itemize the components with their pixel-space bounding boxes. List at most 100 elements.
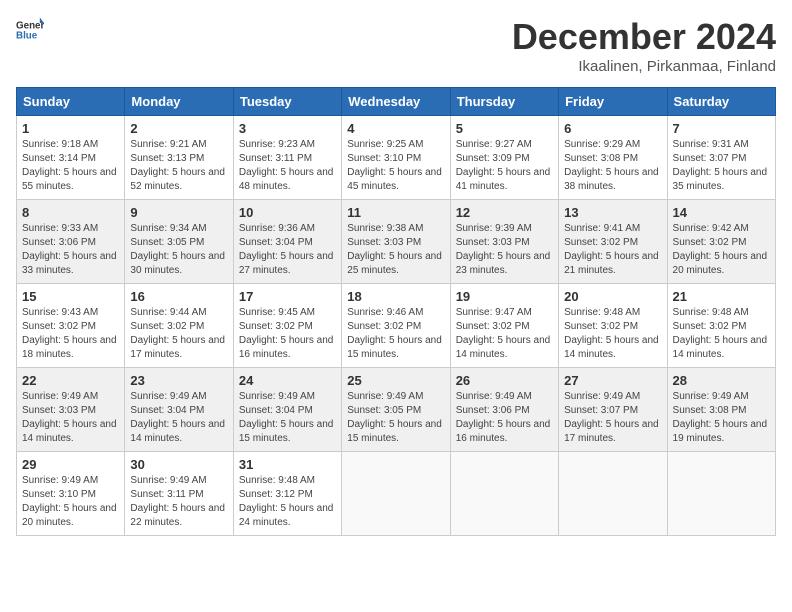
calendar-cell: 24 Sunrise: 9:49 AMSunset: 3:04 PMDayligh…: [233, 368, 341, 452]
calendar-subtitle: Ikaalinen, Pirkanmaa, Finland: [512, 58, 776, 75]
calendar-cell: 29Sunrise: 9:49 AMSunset: 3:10 PMDayligh…: [17, 452, 125, 536]
day-detail: Sunrise: 9:38 AMSunset: 3:03 PMDaylight:…: [347, 222, 444, 278]
calendar-cell: 18Sunrise: 9:46 AMSunset: 3:02 PMDayligh…: [342, 284, 450, 368]
day-detail: Sunrise: 9:48 AMSunset: 3:12 PMDaylight:…: [239, 474, 336, 530]
calendar-cell: 25 Sunrise: 9:49 AMSunset: 3:05 PMDayligh…: [342, 368, 450, 452]
calendar-week-row: 29Sunrise: 9:49 AMSunset: 3:10 PMDayligh…: [17, 452, 776, 536]
calendar-cell: 26Sunrise: 9:49 AMSunset: 3:06 PMDayligh…: [450, 368, 558, 452]
weekday-header-thursday: Thursday: [450, 88, 558, 116]
day-detail: Sunrise: 9:25 AMSunset: 3:10 PMDaylight:…: [347, 138, 444, 194]
day-detail: Sunrise: 9:42 AMSunset: 3:02 PMDaylight:…: [673, 222, 770, 278]
weekday-header-monday: Monday: [125, 88, 233, 116]
day-detail: Sunrise: 9:47 AMSunset: 3:02 PMDaylight:…: [456, 306, 553, 362]
day-number: 11: [347, 205, 444, 220]
weekday-header-row: SundayMondayTuesdayWednesdayThursdayFrid…: [17, 88, 776, 116]
calendar-cell: 13 Sunrise: 9:41 AMSunset: 3:02 PMDayligh…: [559, 200, 667, 284]
day-number: 5: [456, 121, 553, 136]
day-detail: Sunrise: 9:33 AMSunset: 3:06 PMDaylight:…: [22, 222, 119, 278]
day-number: 25: [347, 373, 444, 388]
day-number: 22: [22, 373, 119, 388]
day-number: 8: [22, 205, 119, 220]
day-number: 29: [22, 457, 119, 472]
day-detail: Sunrise: 9:49 AMSunset: 3:08 PMDaylight:…: [673, 390, 770, 446]
weekday-header-friday: Friday: [559, 88, 667, 116]
calendar-cell: 19 Sunrise: 9:47 AMSunset: 3:02 PMDayligh…: [450, 284, 558, 368]
day-detail: Sunrise: 9:29 AMSunset: 3:08 PMDaylight:…: [564, 138, 661, 194]
day-number: 19: [456, 289, 553, 304]
calendar-cell: 31 Sunrise: 9:48 AMSunset: 3:12 PMDayligh…: [233, 452, 341, 536]
day-number: 16: [130, 289, 227, 304]
calendar-cell: 6 Sunrise: 9:29 AMSunset: 3:08 PMDaylight…: [559, 116, 667, 200]
day-number: 21: [673, 289, 770, 304]
day-number: 13: [564, 205, 661, 220]
calendar-cell: 12Sunrise: 9:39 AMSunset: 3:03 PMDayligh…: [450, 200, 558, 284]
calendar-cell: 17 Sunrise: 9:45 AMSunset: 3:02 PMDayligh…: [233, 284, 341, 368]
day-detail: Sunrise: 9:34 AMSunset: 3:05 PMDaylight:…: [130, 222, 227, 278]
day-number: 7: [673, 121, 770, 136]
calendar-cell: [667, 452, 775, 536]
day-detail: Sunrise: 9:41 AMSunset: 3:02 PMDaylight:…: [564, 222, 661, 278]
day-number: 28: [673, 373, 770, 388]
day-number: 10: [239, 205, 336, 220]
calendar-cell: [342, 452, 450, 536]
day-detail: Sunrise: 9:48 AMSunset: 3:02 PMDaylight:…: [564, 306, 661, 362]
day-number: 4: [347, 121, 444, 136]
day-detail: Sunrise: 9:49 AMSunset: 3:11 PMDaylight:…: [130, 474, 227, 530]
calendar-cell: 5 Sunrise: 9:27 AMSunset: 3:09 PMDaylight…: [450, 116, 558, 200]
calendar-cell: 9Sunrise: 9:34 AMSunset: 3:05 PMDaylight…: [125, 200, 233, 284]
day-detail: Sunrise: 9:18 AMSunset: 3:14 PMDaylight:…: [22, 138, 119, 194]
calendar-cell: 8 Sunrise: 9:33 AMSunset: 3:06 PMDaylight…: [17, 200, 125, 284]
weekday-header-sunday: Sunday: [17, 88, 125, 116]
day-detail: Sunrise: 9:36 AMSunset: 3:04 PMDaylight:…: [239, 222, 336, 278]
calendar-cell: 30Sunrise: 9:49 AMSunset: 3:11 PMDayligh…: [125, 452, 233, 536]
day-number: 27: [564, 373, 661, 388]
day-number: 14: [673, 205, 770, 220]
calendar-cell: 4 Sunrise: 9:25 AMSunset: 3:10 PMDaylight…: [342, 116, 450, 200]
calendar-table: SundayMondayTuesdayWednesdayThursdayFrid…: [16, 87, 776, 536]
calendar-cell: 10 Sunrise: 9:36 AMSunset: 3:04 PMDayligh…: [233, 200, 341, 284]
logo-icon: General Blue: [16, 16, 44, 44]
calendar-cell: [559, 452, 667, 536]
calendar-title: December 2024: [512, 16, 776, 58]
calendar-cell: 15 Sunrise: 9:43 AMSunset: 3:02 PMDayligh…: [17, 284, 125, 368]
day-detail: Sunrise: 9:49 AMSunset: 3:06 PMDaylight:…: [456, 390, 553, 446]
day-detail: Sunrise: 9:31 AMSunset: 3:07 PMDaylight:…: [673, 138, 770, 194]
day-number: 23: [130, 373, 227, 388]
calendar-cell: 27 Sunrise: 9:49 AMSunset: 3:07 PMDayligh…: [559, 368, 667, 452]
day-number: 6: [564, 121, 661, 136]
day-detail: Sunrise: 9:49 AMSunset: 3:04 PMDaylight:…: [239, 390, 336, 446]
calendar-cell: 1Sunrise: 9:18 AMSunset: 3:14 PMDaylight…: [17, 116, 125, 200]
calendar-week-row: 8 Sunrise: 9:33 AMSunset: 3:06 PMDaylight…: [17, 200, 776, 284]
weekday-header-saturday: Saturday: [667, 88, 775, 116]
day-detail: Sunrise: 9:49 AMSunset: 3:07 PMDaylight:…: [564, 390, 661, 446]
title-block: December 2024 Ikaalinen, Pirkanmaa, Finl…: [512, 16, 776, 75]
day-number: 31: [239, 457, 336, 472]
day-detail: Sunrise: 9:21 AMSunset: 3:13 PMDaylight:…: [130, 138, 227, 194]
calendar-cell: 11 Sunrise: 9:38 AMSunset: 3:03 PMDayligh…: [342, 200, 450, 284]
calendar-cell: 22Sunrise: 9:49 AMSunset: 3:03 PMDayligh…: [17, 368, 125, 452]
day-detail: Sunrise: 9:43 AMSunset: 3:02 PMDaylight:…: [22, 306, 119, 362]
day-number: 17: [239, 289, 336, 304]
calendar-cell: 7 Sunrise: 9:31 AMSunset: 3:07 PMDaylight…: [667, 116, 775, 200]
day-number: 24: [239, 373, 336, 388]
day-number: 3: [239, 121, 336, 136]
calendar-week-row: 1Sunrise: 9:18 AMSunset: 3:14 PMDaylight…: [17, 116, 776, 200]
day-number: 15: [22, 289, 119, 304]
calendar-cell: 16 Sunrise: 9:44 AMSunset: 3:02 PMDayligh…: [125, 284, 233, 368]
day-detail: Sunrise: 9:48 AMSunset: 3:02 PMDaylight:…: [673, 306, 770, 362]
calendar-cell: 2Sunrise: 9:21 AMSunset: 3:13 PMDaylight…: [125, 116, 233, 200]
svg-text:Blue: Blue: [16, 30, 38, 41]
day-number: 18: [347, 289, 444, 304]
calendar-cell: 21 Sunrise: 9:48 AMSunset: 3:02 PMDayligh…: [667, 284, 775, 368]
day-number: 20: [564, 289, 661, 304]
day-detail: Sunrise: 9:44 AMSunset: 3:02 PMDaylight:…: [130, 306, 227, 362]
day-detail: Sunrise: 9:27 AMSunset: 3:09 PMDaylight:…: [456, 138, 553, 194]
day-detail: Sunrise: 9:45 AMSunset: 3:02 PMDaylight:…: [239, 306, 336, 362]
calendar-cell: 14 Sunrise: 9:42 AMSunset: 3:02 PMDayligh…: [667, 200, 775, 284]
day-detail: Sunrise: 9:49 AMSunset: 3:05 PMDaylight:…: [347, 390, 444, 446]
calendar-week-row: 22Sunrise: 9:49 AMSunset: 3:03 PMDayligh…: [17, 368, 776, 452]
calendar-cell: 3Sunrise: 9:23 AMSunset: 3:11 PMDaylight…: [233, 116, 341, 200]
day-detail: Sunrise: 9:49 AMSunset: 3:04 PMDaylight:…: [130, 390, 227, 446]
weekday-header-tuesday: Tuesday: [233, 88, 341, 116]
calendar-cell: 28 Sunrise: 9:49 AMSunset: 3:08 PMDayligh…: [667, 368, 775, 452]
